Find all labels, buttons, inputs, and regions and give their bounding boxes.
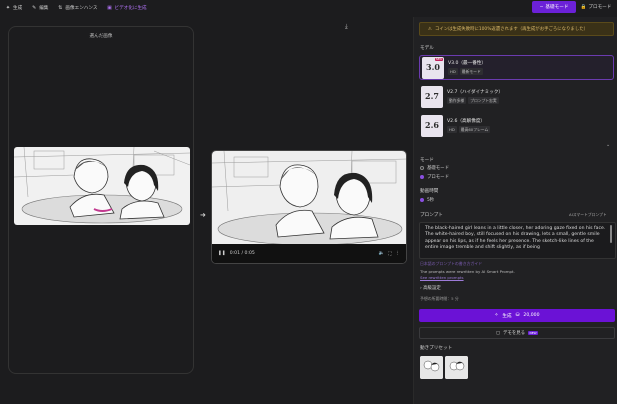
- mode-label: モード: [420, 158, 434, 163]
- preset-thumb: [445, 356, 468, 379]
- settings-panel: ⚠ コインは生成失敗時に100%返還されます（再生成がお手ごろになりました） モデ…: [413, 17, 617, 404]
- generate-button[interactable]: ✧ 生成 ⛁ 20,000: [419, 309, 615, 322]
- duration-5s-radio[interactable]: 5秒: [420, 197, 434, 203]
- model-label: モデル: [420, 46, 434, 51]
- volume-icon[interactable]: 🔈: [378, 251, 384, 256]
- model-tag: 最高60フレーム: [458, 126, 491, 133]
- pro-mode-label: プロモード: [588, 5, 612, 10]
- motion-preset-1[interactable]: [420, 356, 443, 379]
- prompt-scrollbar[interactable]: [610, 225, 612, 243]
- model-name: V3.0（最一番性）: [448, 61, 487, 66]
- radio-icon: [420, 166, 424, 170]
- model-tag: HD: [448, 68, 458, 75]
- mode-pro-radio[interactable]: プロモード: [420, 174, 449, 180]
- tab-video-label: ビデオ化に生成: [114, 6, 147, 11]
- enhance-icon: ⇅: [58, 5, 63, 11]
- model-tag: 最新モード: [459, 68, 483, 75]
- canvas-area: 選んだ画像 ➜ ⤓ ❚❚ 0:01 / 0:05 🔈 ⛶ ⋮: [0, 17, 413, 404]
- basic-mode-label: 基礎モード: [545, 5, 569, 10]
- more-icon[interactable]: ⋮: [395, 251, 400, 256]
- prompt-guide-link[interactable]: 日本語のプロンプトの書き方ガイド: [420, 261, 482, 267]
- model-name: V2.7（ハイダイナミック）: [447, 90, 504, 95]
- pause-icon[interactable]: ❚❚: [218, 251, 226, 256]
- source-image-panel: 選んだ画像: [8, 26, 194, 374]
- video-frame: [212, 151, 406, 246]
- video-time: 0:01 / 0:05: [229, 251, 255, 256]
- model-thumb: 3.0 NEW: [422, 56, 444, 79]
- top-toolbar: ✦ 生成 ✎ 編集 ⇅ 画像エンハンス ▣ ビデオ化に生成: [0, 0, 617, 16]
- generate-label: 生成: [502, 313, 512, 319]
- model-thumb: 2.6: [421, 114, 443, 137]
- video-controls: ❚❚ 0:01 / 0:05 🔈 ⛶ ⋮: [212, 244, 406, 263]
- model-option-v26[interactable]: 2.6 V2.6（高解像度） HD 最高60フレーム: [419, 113, 614, 138]
- model-tag: HD: [447, 126, 457, 133]
- preset-thumb: [420, 356, 443, 379]
- new-badge: NEW: [434, 57, 443, 61]
- wand-icon: ✧: [494, 313, 499, 318]
- warning-banner: ⚠ コインは生成失敗時に100%返還されます（再生成がお手ごろになりました）: [419, 22, 614, 36]
- radio-icon: [420, 198, 424, 202]
- prompt-textarea[interactable]: The black-haired girl leans in a little …: [419, 222, 616, 259]
- fullscreen-icon[interactable]: ⛶: [388, 251, 391, 257]
- model-tag: 動作多様: [447, 97, 467, 104]
- sketch-illustration-video: [212, 151, 406, 246]
- tab-edit-label: 編集: [39, 6, 49, 11]
- tab-generate[interactable]: ✦ 生成: [5, 5, 22, 11]
- mode-pro-label: プロモード: [427, 175, 449, 180]
- basic-mode-button[interactable]: − 基礎モード: [532, 1, 576, 13]
- motion-preset-2[interactable]: [445, 356, 468, 379]
- source-title: 選んだ画像: [89, 34, 113, 39]
- download-icon[interactable]: ⤓: [345, 23, 348, 31]
- lock-icon: 🔒: [580, 4, 587, 10]
- pro-mode-button[interactable]: 🔒 プロモード: [578, 1, 614, 13]
- advanced-settings-toggle[interactable]: › 高級設定: [420, 285, 441, 291]
- model-name: V2.6（高解像度）: [447, 119, 486, 124]
- tab-generate-label: 生成: [13, 6, 23, 11]
- tab-video[interactable]: ▣ ビデオ化に生成: [106, 5, 147, 11]
- model-tag: プロンプト忠実: [468, 97, 499, 104]
- see-rewritten-link[interactable]: See rewritten prompts: [420, 275, 464, 280]
- source-image: [14, 147, 190, 225]
- demo-label: デモを見る: [503, 331, 525, 336]
- ai-smart-prompt-toggle[interactable]: AIスマートプロンプト: [569, 212, 607, 218]
- model-option-v30[interactable]: 3.0 NEW V3.0（最一番性） HD 最新モード: [419, 55, 614, 80]
- minus-icon: −: [539, 4, 544, 10]
- pencil-icon: ✎: [32, 5, 37, 11]
- model-option-v27[interactable]: 2.7 V2.7（ハイダイナミック） 動作多様 プロンプト忠実: [419, 84, 614, 109]
- sketch-illustration: [14, 147, 190, 225]
- estimate-time: 予想の所要時間：5 分: [420, 296, 459, 301]
- tab-enhance-label: 画像エンハンス: [65, 6, 98, 11]
- sparkle-icon: ✦: [5, 5, 11, 11]
- play-icon: ▢: [495, 330, 501, 336]
- arrow-right-icon: ➜: [200, 211, 206, 219]
- radio-icon: [420, 175, 424, 179]
- warning-text: コインは生成失敗時に100%返還されます（再生成がお手ごろになりました）: [434, 27, 588, 32]
- duration-label: 動画時間: [420, 189, 439, 194]
- video-icon: ▣: [107, 5, 112, 11]
- model-thumb: 2.7: [421, 85, 443, 108]
- demo-button[interactable]: ▢ デモを見る NEW: [419, 327, 615, 339]
- video-player[interactable]: ❚❚ 0:01 / 0:05 🔈 ⛶ ⋮: [211, 150, 407, 264]
- mode-basic-label: 基礎モード: [427, 166, 449, 171]
- cost-label: 20,000: [523, 313, 540, 318]
- presets-label: 動きプリセット: [420, 346, 453, 351]
- duration-value: 5秒: [427, 198, 435, 203]
- chevron-down-icon[interactable]: ⌄: [606, 142, 610, 148]
- tab-enhance[interactable]: ⇅ 画像エンハンス: [57, 5, 97, 11]
- rewritten-note: The prompts were rewritten by AI Smart P…: [420, 269, 515, 274]
- new-badge: NEW: [528, 331, 539, 335]
- coin-icon: ⛁: [515, 313, 520, 318]
- mode-basic-radio[interactable]: 基礎モード: [420, 165, 449, 171]
- warning-icon: ⚠: [428, 26, 432, 32]
- prompt-label: プロンプト: [420, 213, 443, 218]
- tab-edit[interactable]: ✎ 編集: [31, 5, 48, 11]
